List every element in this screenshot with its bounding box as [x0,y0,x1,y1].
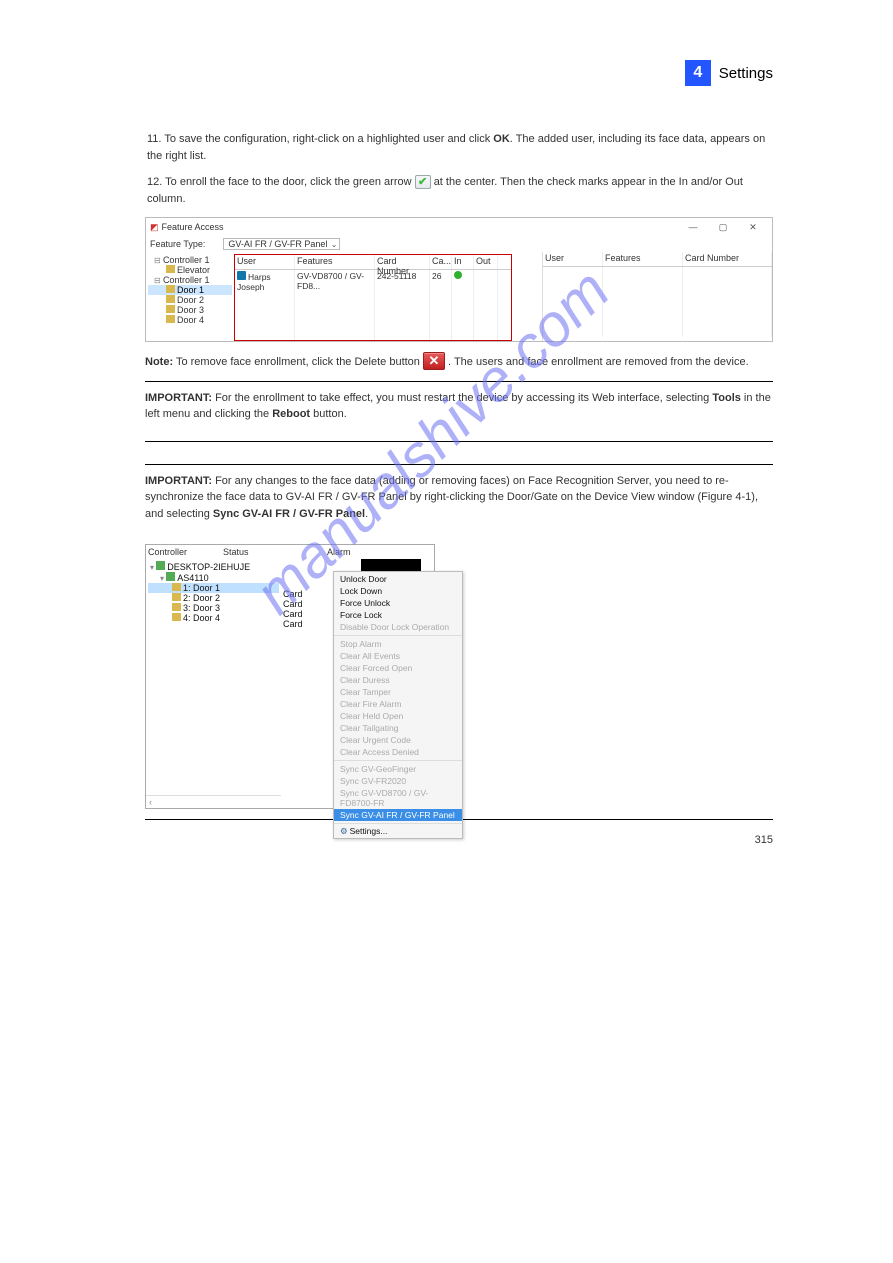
close-icon[interactable]: ✕ [738,220,768,234]
door-icon [172,583,181,591]
menu-force-lock[interactable]: Force Lock [334,609,462,621]
green-arrow-icon: ✔ [415,175,431,189]
door-tree[interactable]: ▾ DESKTOP-2IEHUJE ▾ AS4110 1: Door 1 2: … [146,559,281,625]
door-icon [172,613,181,621]
menu-clear-urgent-code: Clear Urgent Code [334,734,462,746]
context-menu-screenshot: Controller Status ▾ DESKTOP-2IEHUJE ▾ AS… [145,544,435,809]
window-title: Feature Access [162,222,224,232]
elevator-icon [166,265,175,273]
check-icon [454,271,462,279]
grid-header: User Features Card Number Ca... In Out [235,255,511,270]
context-menu[interactable]: Unlock Door Lock Down Force Unlock Force… [333,571,463,839]
feature-access-window: ◩ Feature Access — ▢ ✕ Feature Type: GV-… [145,217,773,342]
col-status: Status [221,545,256,559]
status-card: Card [283,589,319,599]
maximize-icon[interactable]: ▢ [708,220,738,234]
users-grid-highlight: User Features Card Number Ca... In Out H… [234,254,512,341]
menu-clear-forced-open: Clear Forced Open [334,662,462,674]
user-icon [237,271,246,280]
right-grid: User Features Card Number [542,252,772,341]
status-card: Card [283,619,319,629]
door-icon [166,285,175,293]
menu-disable-lock: Disable Door Lock Operation [334,621,462,633]
door-icon [166,315,175,323]
page-number: 315 [755,834,773,846]
chevron-down-icon: ⌄ [331,240,338,249]
col-controller: Controller [146,545,221,559]
menu-clear-all: Clear All Events [334,650,462,662]
menu-unlock-door[interactable]: Unlock Door [334,573,462,585]
door-icon [166,295,175,303]
menu-force-unlock[interactable]: Force Unlock [334,597,462,609]
menu-sync-vd8700: Sync GV-VD8700 / GV-FD8700-FR [334,787,462,809]
chapter-header: 4 Settings [145,60,773,86]
window-icon: ◩ [150,222,159,233]
menu-sync-fr2020: Sync GV-FR2020 [334,775,462,787]
chapter-title: Settings [719,65,773,82]
menu-sync-geofinger: Sync GV-GeoFinger [334,763,462,775]
menu-stop-alarm: Stop Alarm [334,638,462,650]
host-icon [156,561,165,570]
divider [145,464,773,465]
feature-type-select[interactable]: GV-AI FR / GV-FR Panel ⌄ [223,238,340,250]
controller-tree[interactable]: ⊟ Controller 1 Elevator ⊟ Controller 1 D… [146,252,234,341]
menu-sync-ai-fr[interactable]: Sync GV-AI FR / GV-FR Panel [334,809,462,821]
as-icon [166,572,175,581]
minimize-icon[interactable]: — [678,220,708,234]
step-12: 12. To enroll the face to the door, clic… [147,174,773,207]
menu-clear-tailgating: Clear Tailgating [334,722,462,734]
gear-icon: ⚙ [340,826,348,836]
status-card: Card [283,599,319,609]
menu-settings[interactable]: ⚙Settings... [334,825,462,838]
divider [145,381,773,382]
step-11: 11. To save the configuration, right-cli… [147,131,773,164]
menu-clear-access-denied: Clear Access Denied [334,746,462,758]
door-icon [166,305,175,313]
menu-clear-duress: Clear Duress [334,674,462,686]
chapter-badge: 4 [685,60,711,86]
menu-lock-down[interactable]: Lock Down [334,585,462,597]
note-line: Note: To remove face enrollment, click t… [145,352,773,371]
feature-type-label: Feature Type: [150,239,205,249]
grid-row[interactable]: Harps Joseph GV-VD8700 / GV-FD8... 242-5… [235,270,511,284]
menu-clear-tamper: Clear Tamper [334,686,462,698]
scroll-left-icon[interactable]: ‹ [146,795,281,808]
status-card: Card [283,609,319,619]
door-icon [172,593,181,601]
important-2: IMPORTANT: For any changes to the face d… [145,471,773,535]
delete-icon: ✕ [423,352,445,370]
important-1: IMPORTANT: For the enrollment to take ef… [145,388,773,435]
divider [145,441,773,442]
menu-clear-fire-alarm: Clear Fire Alarm [334,698,462,710]
door-icon [172,603,181,611]
col-alarm: Alarm [321,545,353,559]
menu-clear-held-open: Clear Held Open [334,710,462,722]
